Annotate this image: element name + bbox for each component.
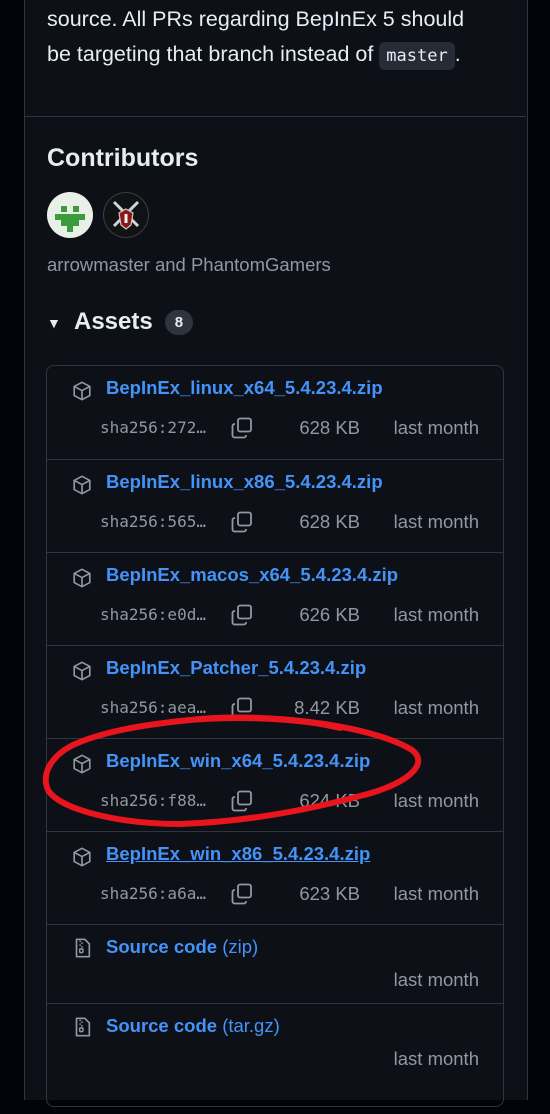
package-icon bbox=[73, 381, 91, 401]
upload-date: last month bbox=[393, 1048, 479, 1069]
release-notes-text: source. All PRs regarding BepInEx 5 shou… bbox=[47, 2, 517, 72]
sha-digest: sha256:f88… bbox=[100, 791, 206, 810]
release-notes-line-2: be targeting that branch instead of bbox=[47, 42, 374, 66]
sha-digest: sha256:565… bbox=[100, 512, 206, 531]
source-row: Source code (tar.gz) last month bbox=[47, 1003, 503, 1114]
period: . bbox=[454, 42, 461, 66]
asset-link[interactable]: BepInEx_Patcher_5.4.23.4.zip bbox=[106, 657, 366, 679]
asset-link[interactable]: BepInEx_linux_x64_5.4.23.4.zip bbox=[106, 377, 383, 399]
asset-row: BepInEx_linux_x86_5.4.23.4.zip sha256:56… bbox=[47, 459, 503, 553]
contributor-avatars bbox=[47, 192, 149, 238]
upload-date: last month bbox=[393, 969, 479, 990]
copy-icon[interactable] bbox=[230, 696, 254, 720]
copy-icon[interactable] bbox=[230, 882, 254, 906]
source-row: Source code (zip) last month bbox=[47, 924, 503, 1004]
package-icon bbox=[73, 754, 91, 774]
upload-date: last month bbox=[393, 790, 479, 811]
asset-row: BepInEx_linux_x64_5.4.23.4.zip sha256:27… bbox=[47, 366, 503, 459]
package-icon bbox=[73, 568, 91, 588]
copy-icon[interactable] bbox=[230, 510, 254, 534]
assets-header[interactable]: ▼ Assets 8 bbox=[47, 308, 194, 336]
file-size: 626 KB bbox=[299, 604, 360, 625]
identicon-icon bbox=[55, 206, 85, 232]
source-targz-link[interactable]: Source code (tar.gz) bbox=[106, 1015, 280, 1037]
asset-row: BepInEx_win_x64_5.4.23.4.zip sha256:f88…… bbox=[47, 738, 503, 832]
source-label: Source code bbox=[106, 1015, 218, 1036]
upload-date: last month bbox=[393, 511, 479, 532]
avatar-arrowmaster[interactable] bbox=[47, 192, 93, 238]
sha-digest: sha256:a6a… bbox=[100, 884, 206, 903]
source-label: Source code bbox=[106, 936, 218, 957]
asset-link[interactable]: BepInEx_macos_x64_5.4.23.4.zip bbox=[106, 564, 398, 586]
crossed-swords-icon bbox=[112, 200, 140, 230]
package-icon bbox=[73, 661, 91, 681]
upload-date: last month bbox=[393, 417, 479, 438]
sha-digest: sha256:272… bbox=[100, 418, 206, 437]
section-divider bbox=[25, 116, 526, 117]
file-size: 628 KB bbox=[299, 417, 360, 438]
contributors-names: arrowmaster and PhantomGamers bbox=[47, 254, 331, 275]
contributors-heading: Contributors bbox=[47, 144, 199, 172]
copy-icon[interactable] bbox=[230, 789, 254, 813]
upload-date: last month bbox=[393, 604, 479, 625]
source-zip-link[interactable]: Source code (zip) bbox=[106, 936, 258, 958]
asset-row: BepInEx_Patcher_5.4.23.4.zip sha256:aea…… bbox=[47, 645, 503, 739]
assets-count-badge: 8 bbox=[164, 309, 194, 335]
copy-icon[interactable] bbox=[230, 416, 254, 440]
assets-list: BepInEx_linux_x64_5.4.23.4.zip sha256:27… bbox=[46, 365, 504, 1107]
file-zip-icon bbox=[75, 1017, 91, 1037]
asset-row: BepInEx_macos_x64_5.4.23.4.zip sha256:e0… bbox=[47, 552, 503, 646]
source-format: (tar.gz) bbox=[222, 1015, 280, 1036]
upload-date: last month bbox=[393, 883, 479, 904]
sha-digest: sha256:aea… bbox=[100, 698, 206, 717]
asset-link[interactable]: BepInEx_win_x86_5.4.23.4.zip bbox=[106, 843, 370, 865]
copy-icon[interactable] bbox=[230, 603, 254, 627]
upload-date: last month bbox=[393, 697, 479, 718]
file-zip-icon bbox=[75, 938, 91, 958]
release-notes-line-1: source. All PRs regarding BepInEx 5 shou… bbox=[47, 7, 465, 31]
package-icon bbox=[73, 475, 91, 495]
package-icon bbox=[73, 847, 91, 867]
triangle-down-icon[interactable]: ▼ bbox=[47, 315, 69, 331]
file-size: 8.42 KB bbox=[294, 697, 360, 718]
file-size: 623 KB bbox=[299, 883, 360, 904]
asset-link[interactable]: BepInEx_win_x64_5.4.23.4.zip bbox=[106, 750, 370, 772]
file-size: 624 KB bbox=[299, 790, 360, 811]
branch-code: master bbox=[379, 42, 455, 70]
sha-digest: sha256:e0d… bbox=[100, 605, 206, 624]
asset-row: BepInEx_win_x86_5.4.23.4.zip sha256:a6a…… bbox=[47, 831, 503, 925]
file-size: 628 KB bbox=[299, 511, 360, 532]
source-format: (zip) bbox=[222, 936, 259, 957]
avatar-phantomgamers[interactable] bbox=[103, 192, 149, 238]
assets-heading: Assets bbox=[74, 308, 153, 335]
asset-link[interactable]: BepInEx_linux_x86_5.4.23.4.zip bbox=[106, 471, 383, 493]
